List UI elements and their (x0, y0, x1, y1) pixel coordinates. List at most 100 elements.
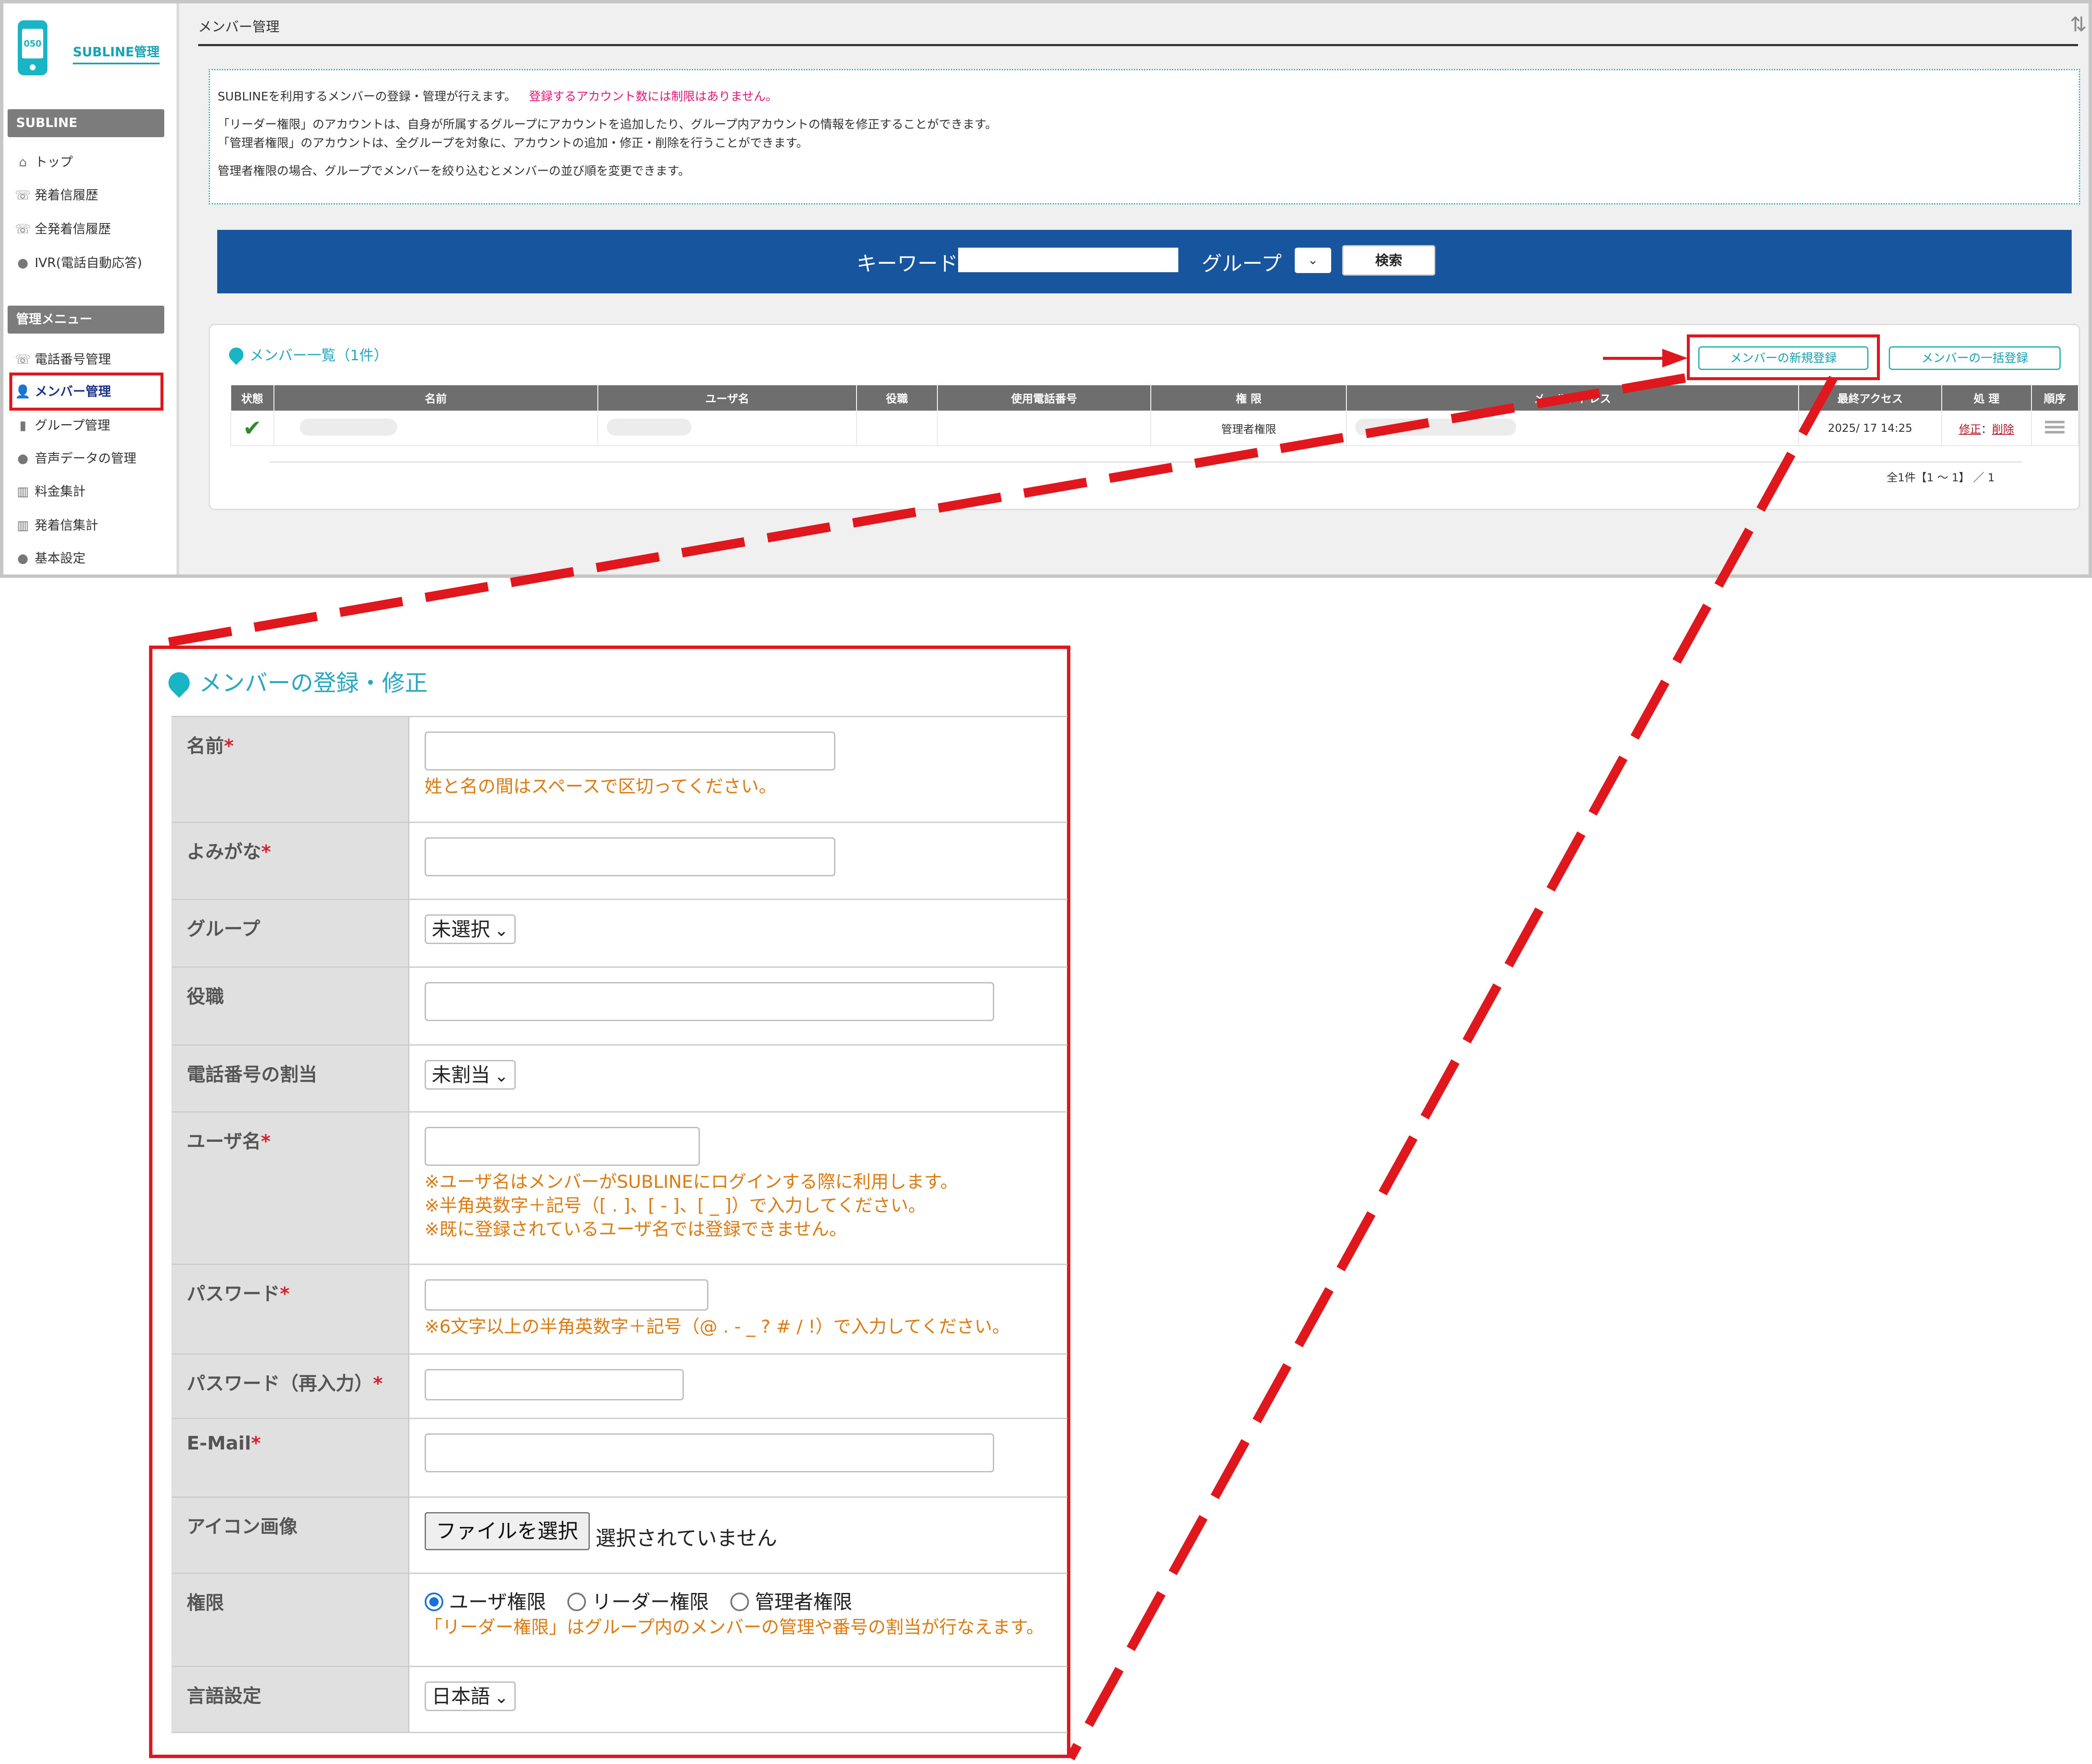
row-name: 名前* 姓と名の間はスペースで区切ってください。 (171, 716, 1067, 823)
language-select[interactable]: 日本語 ⌄ (424, 1681, 516, 1711)
refresh-icon[interactable]: ⇅ (2070, 13, 2087, 36)
cell-role: 管理者権限 (1150, 411, 1347, 446)
sidebar-item-audio[interactable]: ● 音声データの管理 (14, 446, 136, 472)
sidebar-item-phone-numbers[interactable]: ☏ 電話番号管理 (14, 347, 111, 373)
position-input[interactable] (424, 982, 994, 1021)
member-list-panel: メンバー一覧（1件） メンバーの新規登録 メンバーの一括登録 状態 名前 ユーザ… (209, 324, 2080, 510)
member-list-title: メンバー一覧（1件） (226, 344, 388, 365)
label-kana: よみがな* (171, 822, 409, 900)
password-hint: ※6文字以上の半角英数字＋記号（@ . - _ ? # / !）で入力してくださ… (424, 1316, 1010, 1337)
sidebar-item-all-call-history[interactable]: ☏ 全発着信履歴 (14, 217, 111, 242)
col-last-access[interactable]: 最終アクセス (1798, 384, 1943, 411)
col-username[interactable]: ユーザ名 (597, 384, 857, 411)
file-select-button[interactable]: ファイルを選択 (424, 1512, 590, 1550)
info-line-1-note: 登録するアカウント数には制限はありません。 (529, 89, 778, 103)
username-hint-2: ※半角英数字＋記号（[ . ]、[ - ]、[ _ ]）で入力してください。 (424, 1195, 926, 1216)
col-position[interactable]: 役職 (856, 384, 938, 411)
cell-last-access: 2025/ 17 14:25 (1798, 411, 1943, 446)
label-language: 言語設定 (171, 1666, 409, 1733)
sidebar-section-subline: SUBLINE (8, 109, 164, 137)
group-select-form[interactable]: 未選択 ⌄ (424, 914, 516, 944)
arrow-icon (1603, 357, 1666, 360)
row-position: 役職 (171, 967, 1067, 1045)
radio-admin-label: 管理者権限 (754, 1590, 852, 1613)
table-row: ✔ 管理者権限 2025/ 17 14:25 修正：削除 (230, 411, 2079, 446)
label-position: 役職 (171, 967, 409, 1045)
keyword-label: キーワード (857, 252, 959, 276)
email-input[interactable] (424, 1433, 994, 1472)
radio-admin[interactable] (730, 1593, 749, 1611)
sidebar-item-billing[interactable]: ▥ 料金集計 (14, 479, 86, 505)
pager: 全1件【1 ～ 1】 ／ 1 (1887, 472, 1995, 484)
info-line-4: 管理者権限の場合、グループでメンバーを絞り込むとメンバーの並び順を変更できます。 (218, 164, 690, 178)
search-bar: キーワード グループ ⌄ 検索 (217, 230, 2072, 293)
chart-icon: ▥ (17, 484, 29, 499)
row-password: パスワード* ※6文字以上の半角英数字＋記号（@ . - _ ? # / !）で… (171, 1264, 1067, 1354)
kana-input[interactable] (424, 837, 835, 876)
group-label: グループ (1202, 252, 1282, 276)
phone-select[interactable]: 未割当 ⌄ (424, 1060, 516, 1090)
highlight-box-members (9, 373, 163, 411)
speech-bubble-icon (226, 344, 247, 365)
sidebar-item-call-stats[interactable]: ▥ 発着信集計 (14, 513, 98, 538)
sidebar-item-groups[interactable]: ▮ グループ管理 (14, 413, 110, 439)
username-input[interactable] (424, 1127, 700, 1166)
label-name: 名前* (171, 716, 409, 823)
col-email[interactable]: メールアドレス (1346, 384, 1799, 411)
phone-icon: ☏ (15, 352, 31, 367)
keyword-input[interactable] (958, 248, 1178, 272)
password-input[interactable] (424, 1279, 708, 1311)
col-name[interactable]: 名前 (273, 384, 598, 411)
label-email: E-Mail* (171, 1418, 409, 1497)
title-divider (198, 44, 2078, 46)
col-role[interactable]: 権 限 (1150, 384, 1347, 411)
radio-leader[interactable] (567, 1593, 586, 1611)
row-auth: 権限 ユーザ権限 リーダー権限 管理者権限 「リーダー権限」はグループ内のメンバ… (171, 1573, 1067, 1667)
sidebar-item-top[interactable]: ⌂ トップ (14, 150, 73, 175)
col-order: 順序 (2031, 384, 2079, 411)
chat-icon: ● (17, 256, 29, 271)
row-email: E-Mail* (171, 1418, 1067, 1497)
callout-line-right (1066, 375, 1838, 1761)
group-icon: ▮ (19, 418, 27, 433)
delete-link[interactable]: 削除 (1992, 423, 2014, 436)
col-phone[interactable]: 使用電話番号 (937, 384, 1152, 411)
edit-link[interactable]: 修正 (1959, 423, 1981, 436)
row-username: ユーザ名* ※ユーザ名はメンバーがSUBLINEにログインする際に利用します。 … (171, 1112, 1067, 1264)
password-confirm-input[interactable] (424, 1369, 684, 1400)
info-line-3: 「管理者権限」のアカウントは、全グループを対象に、アカウントの追加・修正・削除を… (218, 136, 808, 150)
radio-user[interactable] (424, 1593, 443, 1611)
row-password-confirm: パスワード（再入力）* (171, 1354, 1067, 1419)
sidebar-item-ivr[interactable]: ● IVR(電話自動応答) (14, 251, 142, 276)
bulk-member-button[interactable]: メンバーの一括登録 (1889, 346, 2061, 370)
row-kana: よみがな* (171, 822, 1067, 900)
file-status: 選択されていません (595, 1526, 777, 1550)
chart-icon: ▥ (17, 518, 29, 533)
sidebar-item-call-history[interactable]: ☏ 発着信履歴 (14, 183, 98, 208)
chevron-down-icon: ⌄ (494, 921, 509, 940)
phone-icon: ☏ (15, 222, 31, 237)
sidebar: 050 SUBLINE管理 SUBLINE ⌂ トップ ☏ 発着信履歴 ☏ 全発着信履… (3, 3, 179, 574)
group-select[interactable]: ⌄ (1295, 248, 1331, 273)
logo[interactable]: 050 SUBLINE管理 (18, 20, 174, 84)
col-status[interactable]: 状態 (230, 384, 274, 411)
blurred-username (606, 418, 691, 436)
drag-handle-icon[interactable] (2045, 420, 2065, 433)
name-input[interactable] (424, 732, 835, 770)
main-content: メンバー管理 ⇅ SUBLINEを利用するメンバーの登録・管理が行えます。 登録す… (179, 3, 2089, 574)
arrow-head-icon (1662, 349, 1688, 367)
row-group: グループ 未選択 ⌄ (171, 899, 1067, 967)
label-group: グループ (171, 899, 409, 967)
app-window: 050 SUBLINE管理 SUBLINE ⌂ トップ ☏ 発着信履歴 ☏ 全発着信履… (0, 0, 2092, 578)
label-username: ユーザ名* (171, 1112, 409, 1264)
sidebar-item-settings[interactable]: ● 基本設定 (14, 546, 86, 571)
search-button[interactable]: 検索 (1342, 245, 1435, 276)
check-icon: ✔ (243, 416, 262, 441)
highlight-box-new-member (1687, 334, 1880, 380)
radio-leader-label: リーダー権限 (592, 1590, 709, 1613)
table-divider (269, 461, 2022, 463)
label-password: パスワード* (171, 1264, 409, 1354)
sidebar-section-admin: 管理メニュー (8, 306, 164, 334)
username-hint-1: ※ユーザ名はメンバーがSUBLINEにログインする際に利用します。 (424, 1171, 958, 1192)
auth-hint: 「リーダー権限」はグループ内のメンバーの管理や番号の割当が行なえます。 (424, 1617, 1044, 1637)
